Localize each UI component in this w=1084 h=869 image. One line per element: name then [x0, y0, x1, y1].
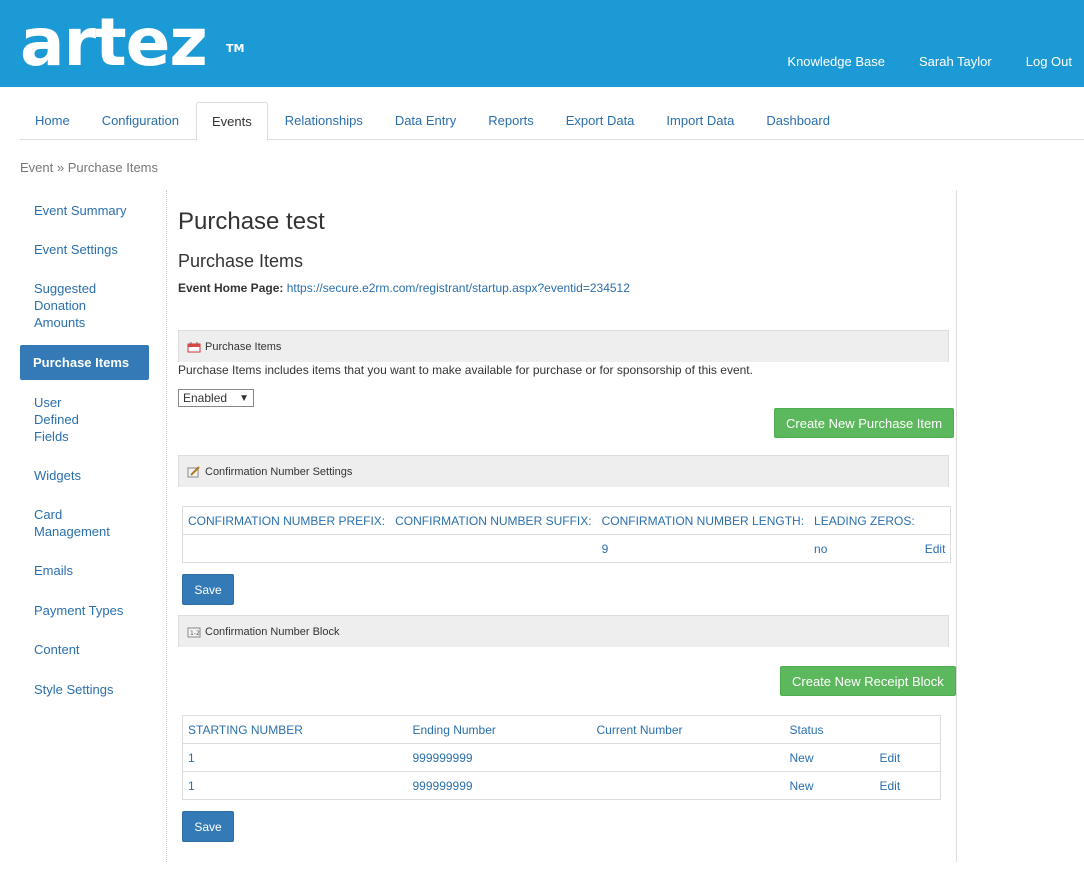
table-row: 1 999999999 New Edit: [182, 771, 941, 800]
svg-text:1-2: 1-2: [190, 630, 200, 637]
confirmation-block-panel-title: Confirmation Number Block: [205, 626, 340, 638]
tab-relationships[interactable]: Relationships: [270, 102, 378, 140]
sidebar-item-event-summary[interactable]: Event Summary: [20, 198, 149, 223]
table-cell: 1: [182, 771, 408, 800]
column-header: LEADING ZEROS:: [814, 513, 915, 528]
user-name-link[interactable]: Sarah Taylor: [919, 54, 992, 69]
knowledge-base-link[interactable]: Knowledge Base: [787, 54, 885, 69]
main-nav-tabs: Home Configuration Events Relationships …: [20, 102, 1084, 141]
tab-configuration[interactable]: Configuration: [87, 102, 194, 140]
confirmation-block-panel-header: 1-2 Confirmation Number Block: [178, 615, 949, 647]
purchase-items-status-select[interactable]: Enabled ▼: [178, 389, 254, 407]
purchase-items-panel-title: Purchase Items: [205, 341, 282, 353]
table-row: 1 999999999 New Edit: [182, 743, 941, 772]
tab-reports[interactable]: Reports: [473, 102, 549, 140]
sidebar-item-style-settings[interactable]: Style Settings: [20, 677, 149, 702]
event-home-page-link[interactable]: https://secure.e2rm.com/registrant/start…: [287, 281, 630, 295]
sidebar-item-suggested-donation-amounts[interactable]: Suggested Donation Amounts: [20, 276, 120, 335]
purchase-items-icon: [187, 341, 201, 353]
chevron-down-icon: ▼: [239, 392, 249, 404]
column-header: Current Number: [596, 722, 683, 737]
section-title: Purchase Items: [178, 251, 304, 271]
logo-text: artez: [20, 4, 208, 81]
content-right-border: [956, 190, 957, 862]
create-new-receipt-block-button[interactable]: Create New Receipt Block: [780, 666, 956, 696]
tab-home[interactable]: Home: [20, 102, 85, 140]
log-out-link[interactable]: Log Out: [1026, 54, 1072, 69]
edit-link[interactable]: Edit: [874, 771, 941, 800]
table-cell: no: [809, 534, 920, 563]
tab-dashboard[interactable]: Dashboard: [751, 102, 845, 140]
column-header: CONFIRMATION NUMBER SUFFIX:: [395, 513, 592, 528]
sidebar-item-card-management[interactable]: Card Management: [20, 502, 120, 544]
table-header-row: CONFIRMATION NUMBER PREFIX: CONFIRMATION…: [183, 507, 951, 535]
table-row: 9 no Edit: [182, 534, 951, 563]
sidebar-item-widgets[interactable]: Widgets: [20, 463, 149, 488]
save-confirmation-settings-button[interactable]: Save: [182, 574, 234, 605]
breadcrumb: Event » Purchase Items: [20, 160, 159, 175]
sidebar-item-emails[interactable]: Emails: [20, 558, 149, 583]
column-header: [920, 507, 951, 535]
column-header: [875, 716, 941, 744]
sidebar-divider: [166, 190, 167, 862]
artez-logo[interactable]: artez TM: [20, 10, 244, 76]
tab-events[interactable]: Events: [196, 102, 268, 141]
table-cell: New: [784, 771, 875, 800]
sidebar: Event Summary Event Settings Suggested D…: [20, 196, 149, 702]
logo-trademark: TM: [226, 42, 245, 55]
receipt-block-table: STARTING NUMBER Ending Number Current Nu…: [182, 715, 941, 800]
header-links: Knowledge Base Sarah Taylor Log Out: [753, 54, 1072, 69]
event-home-page-label: Event Home Page:: [178, 281, 284, 295]
table-cell: 999999999: [407, 743, 592, 772]
confirmation-settings-panel-header: Confirmation Number Settings: [178, 455, 949, 487]
sidebar-item-content[interactable]: Content: [20, 637, 149, 662]
sidebar-item-event-settings[interactable]: Event Settings: [20, 237, 149, 262]
column-header: CONFIRMATION NUMBER LENGTH:: [601, 513, 805, 528]
table-cell: New: [784, 743, 875, 772]
table-cell: [182, 534, 391, 563]
edit-link[interactable]: Edit: [919, 534, 951, 563]
tab-import-data[interactable]: Import Data: [651, 102, 749, 140]
confirmation-settings-table: CONFIRMATION NUMBER PREFIX: CONFIRMATION…: [182, 506, 952, 563]
edit-note-icon: [187, 466, 201, 478]
status-select-value: Enabled: [183, 391, 228, 405]
column-header: Ending Number: [412, 722, 496, 737]
tab-data-entry[interactable]: Data Entry: [380, 102, 471, 140]
table-cell: 1: [182, 743, 408, 772]
table-cell: [390, 534, 597, 563]
tab-export-data[interactable]: Export Data: [551, 102, 650, 140]
number-block-icon: 1-2: [187, 626, 201, 638]
table-cell: 999999999: [407, 771, 592, 800]
event-home-page-row: Event Home Page: https://secure.e2rm.com…: [178, 281, 630, 295]
column-header: STARTING NUMBER: [188, 722, 303, 737]
column-header: Status: [789, 722, 824, 737]
table-cell: [591, 743, 785, 772]
edit-link[interactable]: Edit: [874, 743, 941, 772]
sidebar-item-payment-types[interactable]: Payment Types: [20, 598, 149, 623]
table-header-row: STARTING NUMBER Ending Number Current Nu…: [183, 716, 941, 744]
table-cell: [591, 771, 785, 800]
purchase-items-description: Purchase Items includes items that you w…: [178, 363, 753, 377]
app-header: artez TM Knowledge Base Sarah Taylor Log…: [0, 0, 1084, 87]
sidebar-item-user-defined-fields[interactable]: User Defined Fields: [20, 390, 120, 449]
confirmation-settings-panel-title: Confirmation Number Settings: [205, 466, 353, 478]
sidebar-item-purchase-items[interactable]: Purchase Items: [20, 345, 149, 380]
purchase-items-panel-header: Purchase Items: [178, 330, 949, 362]
column-header: CONFIRMATION NUMBER PREFIX:: [188, 513, 386, 528]
create-new-purchase-item-button[interactable]: Create New Purchase Item: [774, 408, 955, 438]
table-cell: 9: [596, 534, 810, 563]
page-title: Purchase test: [178, 208, 325, 235]
save-receipt-block-button[interactable]: Save: [182, 811, 234, 842]
